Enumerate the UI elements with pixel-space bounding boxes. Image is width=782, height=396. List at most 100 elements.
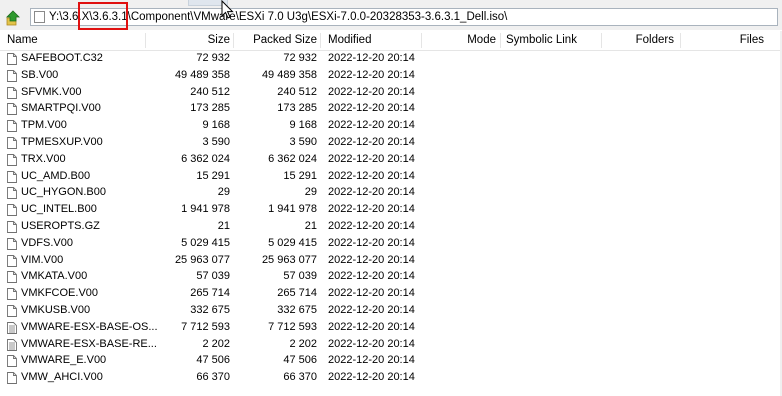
table-row[interactable]: UC_INTEL.B00 1 941 978 1 941 978 2022-12-20… xyxy=(0,202,782,219)
file-name: SB.V00 xyxy=(21,68,59,81)
file-size: 332 675 xyxy=(190,303,230,316)
file-packed-size: 3 590 xyxy=(289,135,317,148)
table-row[interactable]: VIM.V00 25 963 077 25 963 077 2022-12-20 20… xyxy=(0,253,782,270)
file-packed-size: 332 675 xyxy=(277,303,317,316)
file-icon xyxy=(7,237,17,250)
file-size: 2 202 xyxy=(202,337,230,350)
column-header: Name Size Packed Size Modified Mode Symb… xyxy=(0,31,782,51)
table-row[interactable]: VMKFCOE.V00 265 714 265 714 2022-12-20 20:1… xyxy=(0,286,782,303)
file-size: 72 932 xyxy=(196,52,230,64)
file-packed-size: 47 506 xyxy=(283,354,317,367)
file-size: 15 291 xyxy=(196,169,230,182)
column-folders[interactable]: Folders xyxy=(636,34,674,46)
column-modified[interactable]: Modified xyxy=(328,34,371,46)
file-packed-size: 49 489 358 xyxy=(261,68,317,81)
table-row[interactable]: USEROPTS.GZ 21 21 2022-12-20 20:14 xyxy=(0,219,782,236)
file-packed-size: 25 963 077 xyxy=(261,253,317,266)
table-row[interactable]: TPMESXUP.V00 3 590 3 590 2022-12-20 20:14 xyxy=(0,135,782,152)
file-packed-size: 2 202 xyxy=(289,337,317,350)
file-size: 66 370 xyxy=(196,371,230,384)
column-divider[interactable] xyxy=(601,33,602,48)
archive-icon xyxy=(34,11,45,23)
table-row[interactable]: TRX.V00 6 362 024 6 362 024 2022-12-20 20:1… xyxy=(0,152,782,169)
file-packed-size: 21 xyxy=(304,219,317,232)
table-row[interactable]: UC_HYGON.B00 29 29 2022-12-20 20:14 xyxy=(0,185,782,202)
table-row[interactable]: VMKATA.V00 57 039 57 039 2022-12-20 20:14 xyxy=(0,269,782,286)
file-size: 1 941 978 xyxy=(181,203,230,216)
column-symbolic-link[interactable]: Symbolic Link xyxy=(506,34,577,46)
file-name: TPM.V00 xyxy=(21,119,67,132)
file-modified: 2022-12-20 20:14 xyxy=(328,253,415,266)
file-size: 21 xyxy=(217,219,230,232)
mouse-cursor-icon xyxy=(221,0,235,20)
file-name: VMKATA.V00 xyxy=(21,270,88,283)
file-icon xyxy=(7,221,17,233)
table-row[interactable]: VMW_AHCI.V00 66 370 66 370 2022-12-20 20:14 xyxy=(0,370,782,387)
file-modified: 2022-12-20 20:14 xyxy=(328,354,415,367)
file-name: UC_INTEL.B00 xyxy=(21,203,97,216)
file-packed-size: 7 712 593 xyxy=(268,320,317,333)
file-icon xyxy=(7,120,17,133)
file-modified: 2022-12-20 20:14 xyxy=(328,186,415,199)
file-size: 3 590 xyxy=(202,135,230,148)
file-name: USEROPTS.GZ xyxy=(21,219,100,232)
file-name: SAFEBOOT.C32 xyxy=(21,52,103,64)
up-folder-icon xyxy=(6,10,20,26)
file-icon xyxy=(7,372,17,385)
column-divider[interactable] xyxy=(320,33,321,48)
file-packed-size: 5 029 415 xyxy=(268,236,317,249)
file-size: 49 489 358 xyxy=(174,68,230,81)
file-icon xyxy=(7,170,17,183)
table-row[interactable]: VDFS.V00 5 029 415 5 029 415 2022-12-20 20:… xyxy=(0,236,782,253)
file-modified: 2022-12-20 20:14 xyxy=(328,337,415,350)
table-row[interactable]: VMWARE-ESX-BASE-OS... 7 712 593 7 712 593 2… xyxy=(0,320,782,337)
column-mode[interactable]: Mode xyxy=(467,34,496,46)
file-modified: 2022-12-20 20:14 xyxy=(328,371,415,384)
column-divider[interactable] xyxy=(145,33,146,48)
column-name[interactable]: Name xyxy=(7,34,38,46)
table-row[interactable]: VMWARE-ESX-BASE-RE... 2 202 2 202 2022-12-2… xyxy=(0,337,782,354)
table-row[interactable]: SAFEBOOT.C32 72 932 72 932 2022-12-20 20:14 xyxy=(0,51,782,68)
file-icon xyxy=(7,355,17,368)
file-icon xyxy=(7,137,17,149)
table-row[interactable]: SFVMK.V00 240 512 240 512 2022-12-20 20:14 xyxy=(0,85,782,102)
file-modified: 2022-12-20 20:14 xyxy=(328,52,415,64)
file-size: 29 xyxy=(217,186,230,199)
table-row[interactable]: SMARTPQI.V00 173 285 173 285 2022-12-20 20:… xyxy=(0,101,782,118)
file-name: UC_HYGON.B00 xyxy=(21,186,106,199)
column-divider[interactable] xyxy=(421,33,422,48)
table-row[interactable]: VMKUSB.V00 332 675 332 675 2022-12-20 20:14 xyxy=(0,303,782,320)
column-divider[interactable] xyxy=(500,33,501,48)
table-row[interactable]: VMWARE_E.V00 47 506 47 506 2022-12-20 20:14 xyxy=(0,353,782,370)
column-divider[interactable] xyxy=(680,33,681,48)
file-size: 9 168 xyxy=(202,119,230,132)
path-field[interactable]: Y:\3.6.X\3.6.3.1\Component\VMware\ESXi 7… xyxy=(30,8,778,26)
file-modified: 2022-12-20 20:14 xyxy=(328,135,415,148)
table-row[interactable]: UC_AMD.B00 15 291 15 291 2022-12-20 20:14 xyxy=(0,169,782,186)
table-row[interactable]: TPM.V00 9 168 9 168 2022-12-20 20:14 xyxy=(0,118,782,135)
file-name: VMWARE-ESX-BASE-OS... xyxy=(21,320,158,333)
red-highlight-annotation xyxy=(78,2,128,30)
file-size: 265 714 xyxy=(190,287,230,300)
up-folder-button[interactable] xyxy=(4,9,22,27)
column-packed-size[interactable]: Packed Size xyxy=(253,34,317,46)
file-packed-size: 15 291 xyxy=(283,169,317,182)
file-size: 240 512 xyxy=(190,85,230,98)
file-modified: 2022-12-20 20:14 xyxy=(328,85,415,98)
file-icon xyxy=(7,153,17,166)
file-icon xyxy=(7,305,17,317)
column-size[interactable]: Size xyxy=(208,34,230,46)
text-file-icon xyxy=(7,338,17,351)
file-name: VMWARE_E.V00 xyxy=(21,354,107,367)
file-modified: 2022-12-20 20:14 xyxy=(328,102,415,115)
column-files[interactable]: Files xyxy=(740,34,764,46)
column-divider[interactable] xyxy=(233,33,234,48)
file-size: 5 029 415 xyxy=(181,236,230,249)
file-modified: 2022-12-20 20:14 xyxy=(328,320,415,333)
file-name: SFVMK.V00 xyxy=(21,85,82,98)
table-row[interactable]: SB.V00 49 489 358 49 489 358 2022-12-20 20:… xyxy=(0,68,782,85)
file-name: VMWARE-ESX-BASE-RE... xyxy=(21,337,157,350)
file-list: SAFEBOOT.C32 72 932 72 932 2022-12-20 20:14… xyxy=(0,51,782,387)
file-modified: 2022-12-20 20:14 xyxy=(328,68,415,81)
file-modified: 2022-12-20 20:14 xyxy=(328,119,415,132)
